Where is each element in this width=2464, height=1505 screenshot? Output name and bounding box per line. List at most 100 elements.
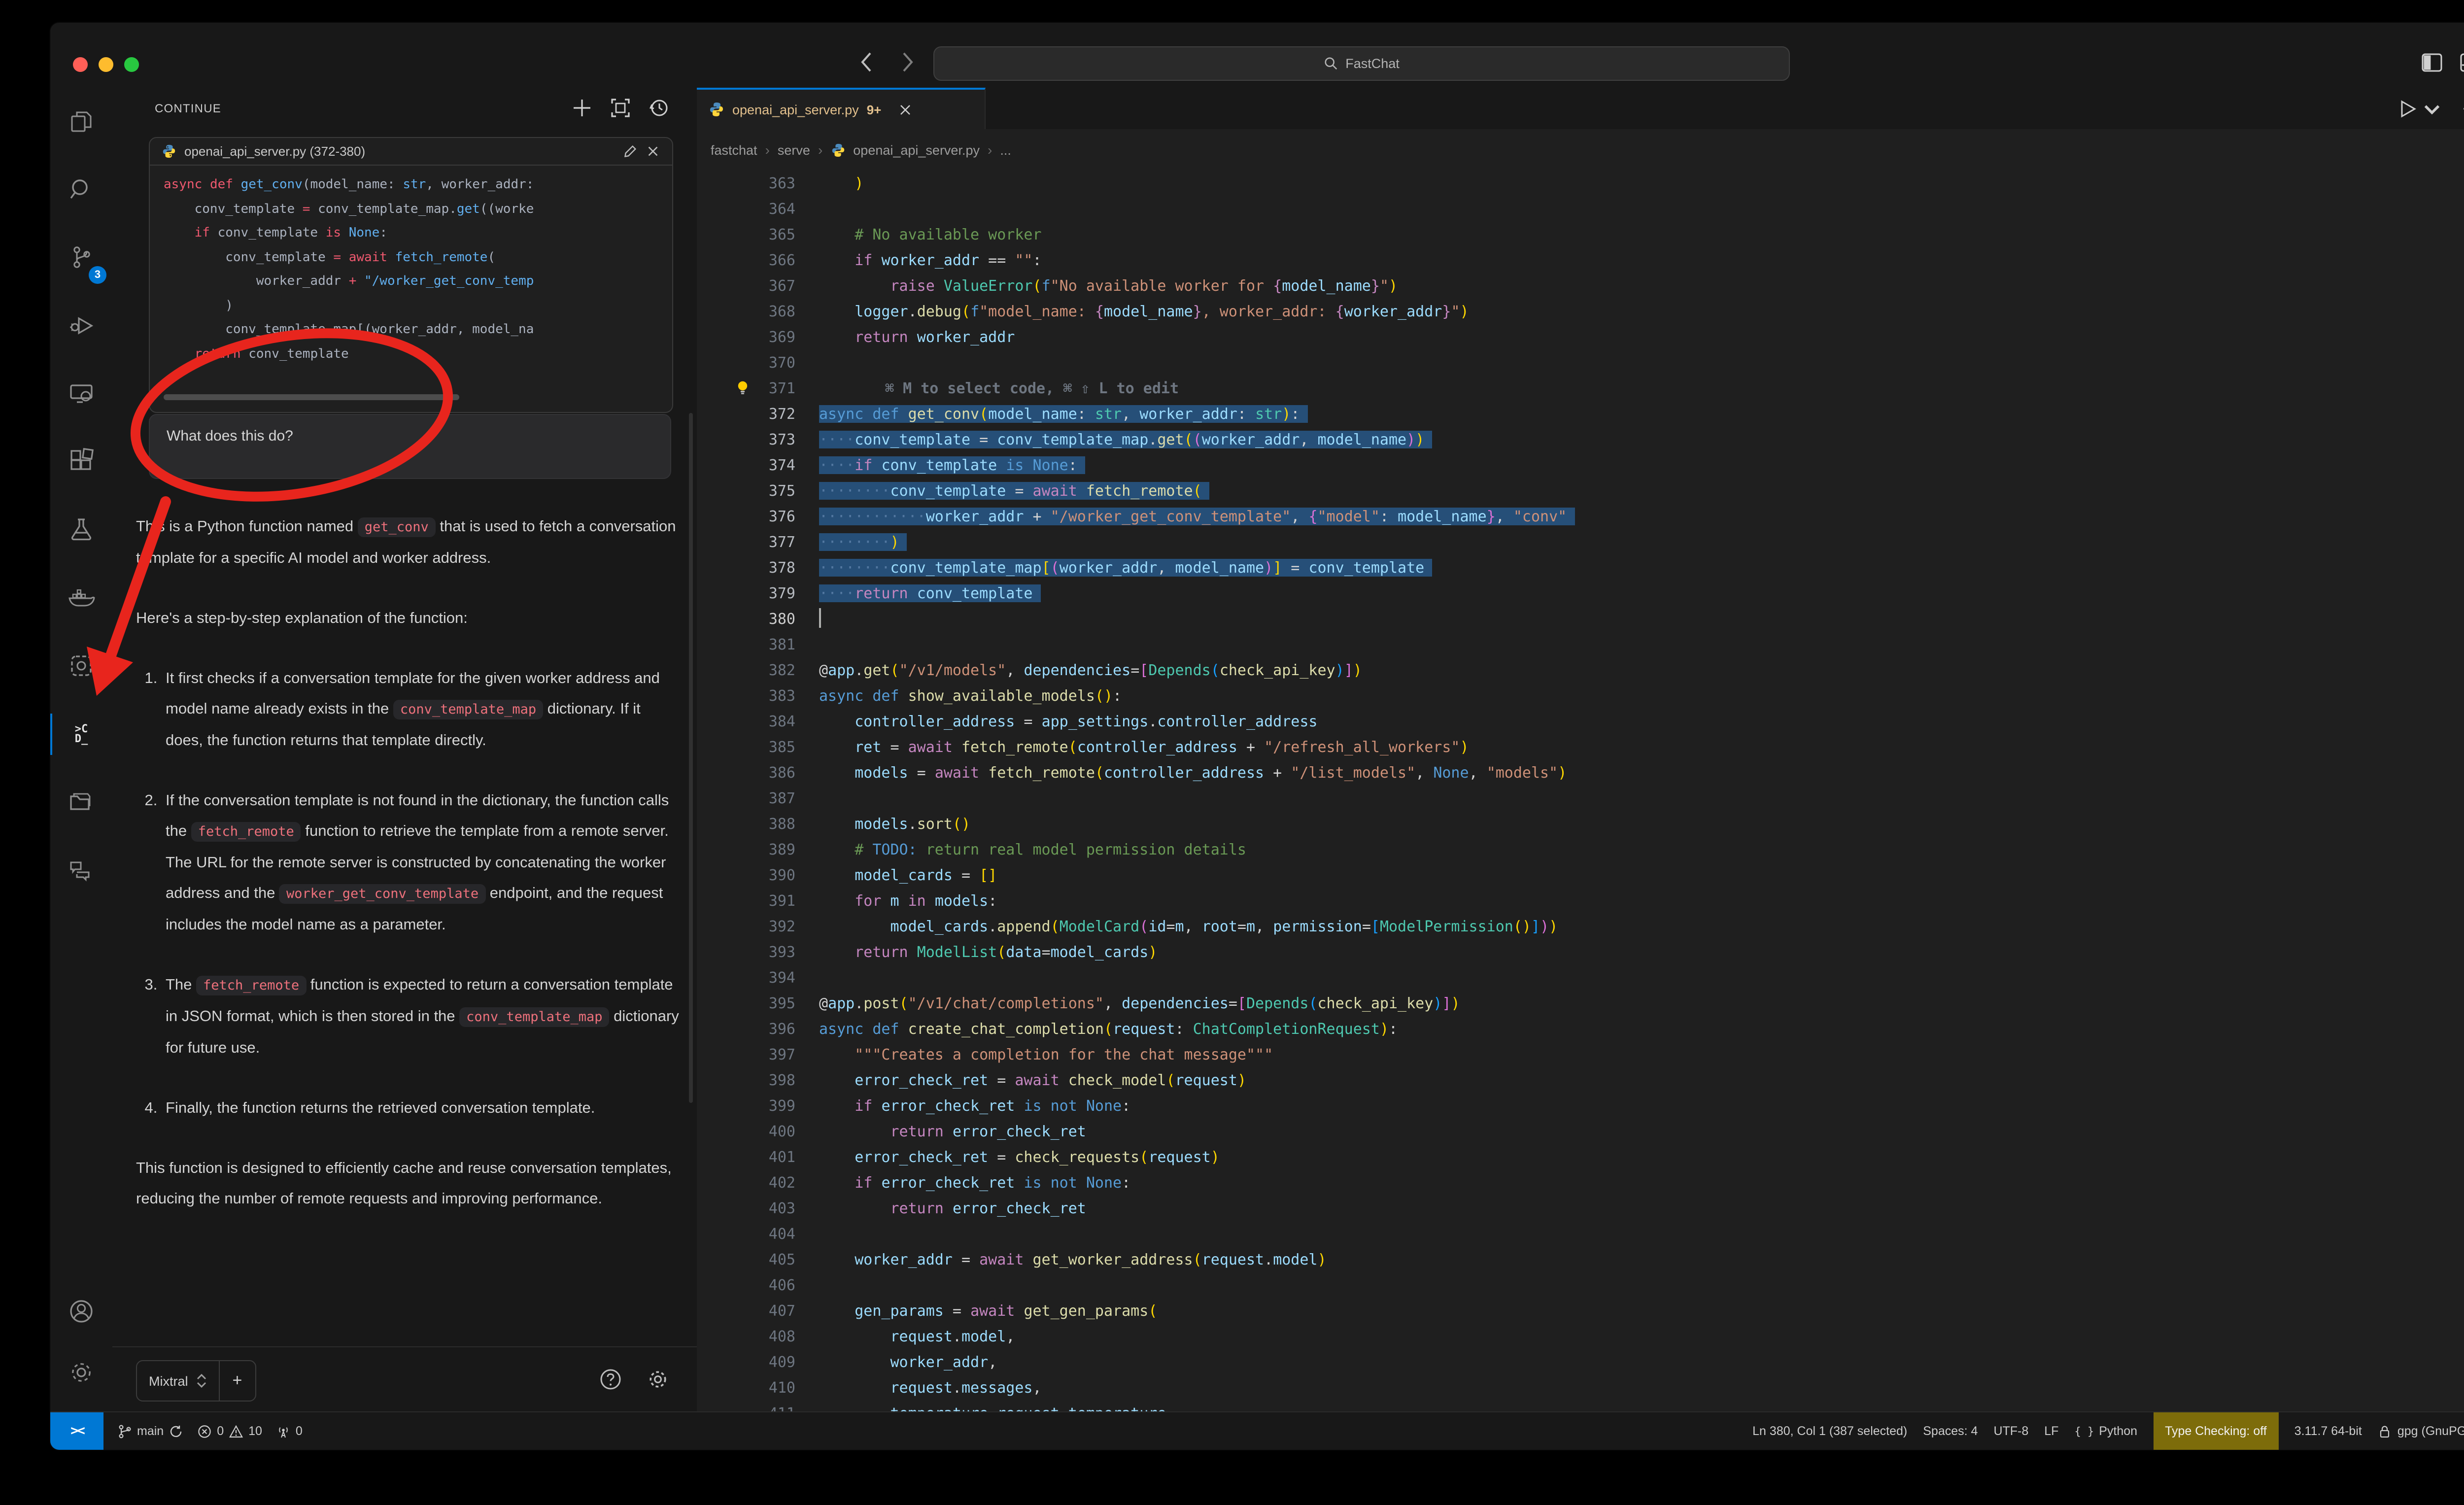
code-line[interactable]: 391 for m in models: <box>697 888 2464 914</box>
code-line[interactable]: 380 <box>697 606 2464 632</box>
git-branch-item[interactable]: main <box>117 1424 183 1438</box>
breadcrumb-file[interactable]: openai_api_server.py <box>853 142 980 157</box>
activity-run-debug[interactable] <box>50 292 112 360</box>
maximize-icon[interactable] <box>610 98 631 118</box>
code-line[interactable]: 393 return ModelList(data=model_cards) <box>697 939 2464 965</box>
breadcrumb-symbol[interactable]: ... <box>1000 142 1011 157</box>
model-selector[interactable]: Mixtral + <box>136 1360 256 1402</box>
code-line[interactable]: 368 logger.debug(f"model_name: {model_na… <box>697 299 2464 324</box>
code-line[interactable]: 371⌘ M to select code, ⌘ ⇧ L to edit <box>697 376 2464 401</box>
code-line[interactable]: 378········conv_template_map[(worker_add… <box>697 555 2464 581</box>
code-line[interactable]: 389 # TODO: return real model permission… <box>697 837 2464 862</box>
breadcrumb-folder[interactable]: fastchat <box>711 142 757 157</box>
code-line[interactable]: 409 worker_addr, <box>697 1349 2464 1375</box>
code-line[interactable]: 374····if conv_template is None: <box>697 452 2464 478</box>
close-window-button[interactable] <box>73 57 88 72</box>
timeline-history-icon[interactable] <box>2462 98 2464 119</box>
continue-settings-gear-icon[interactable] <box>647 1368 669 1391</box>
minimize-window-button[interactable] <box>99 57 113 72</box>
activity-extensions[interactable] <box>50 428 112 496</box>
code-line[interactable]: 396async def create_chat_completion(requ… <box>697 1016 2464 1042</box>
run-dropdown-chevron-icon[interactable] <box>2422 98 2442 119</box>
code-line[interactable]: 370 <box>697 350 2464 376</box>
help-icon[interactable] <box>599 1368 622 1391</box>
activity-explorer[interactable] <box>50 88 112 156</box>
code-line[interactable]: 372async def get_conv(model_name: str, w… <box>697 401 2464 427</box>
eol-item[interactable]: LF <box>2044 1424 2058 1438</box>
code-line[interactable]: 367 raise ValueError(f"No available work… <box>697 273 2464 299</box>
lightbulb-icon[interactable] <box>736 380 749 395</box>
code-line[interactable]: 398 error_check_ret = await check_model(… <box>697 1067 2464 1093</box>
code-line[interactable]: 403 return error_check_ret <box>697 1196 2464 1221</box>
history-icon[interactable] <box>649 98 669 118</box>
cursor-position-item[interactable]: Ln 380, Col 1 (387 selected) <box>1752 1424 1907 1438</box>
code-line[interactable]: 394 <box>697 965 2464 991</box>
code-line[interactable]: 373····conv_template = conv_template_map… <box>697 427 2464 452</box>
code-line[interactable]: 385 ret = await fetch_remote(controller_… <box>697 734 2464 760</box>
activity-source-control[interactable]: 3 <box>50 224 112 292</box>
code-line[interactable]: 388 models.sort() <box>697 811 2464 837</box>
code-line[interactable]: 400 return error_check_ret <box>697 1119 2464 1144</box>
accounts-menu[interactable] <box>50 1280 112 1341</box>
code-card-hscrollbar[interactable] <box>164 394 459 400</box>
code-line[interactable]: 410 request.messages, <box>697 1375 2464 1401</box>
code-editor[interactable]: 363 )364365 # No available worker366 if … <box>697 171 2464 1412</box>
code-line[interactable]: 376············worker_addr + "/worker_ge… <box>697 504 2464 529</box>
code-line[interactable]: 397 """Creates a completion for the chat… <box>697 1042 2464 1067</box>
forward-arrow-icon[interactable] <box>896 49 918 75</box>
code-line[interactable]: 383async def show_available_models(): <box>697 683 2464 709</box>
code-line[interactable]: 408 request.model, <box>697 1324 2464 1349</box>
code-line[interactable]: 382@app.get("/v1/models", dependencies=[… <box>697 657 2464 683</box>
zoom-window-button[interactable] <box>124 57 139 72</box>
activity-docker[interactable] <box>50 564 112 632</box>
code-line[interactable]: 399 if error_check_ret is not None: <box>697 1093 2464 1119</box>
panel-scrollbar[interactable] <box>689 413 693 1103</box>
type-checking-item[interactable]: Type Checking: off <box>2153 1412 2279 1450</box>
activity-remote-window[interactable] <box>50 632 112 700</box>
add-model-button[interactable]: + <box>219 1361 255 1401</box>
breadcrumb-folder[interactable]: serve <box>778 142 810 157</box>
code-line[interactable]: 381 <box>697 632 2464 657</box>
indentation-item[interactable]: Spaces: 4 <box>1923 1424 1978 1438</box>
code-line[interactable]: 404 <box>697 1221 2464 1247</box>
encoding-item[interactable]: UTF-8 <box>1993 1424 2028 1438</box>
code-line[interactable]: 395@app.post("/v1/chat/completions", dep… <box>697 991 2464 1016</box>
code-line[interactable]: 363 ) <box>697 171 2464 196</box>
breadcrumb[interactable]: fastchat › serve › openai_api_server.py … <box>697 129 2464 171</box>
toggle-primary-sidebar-icon[interactable] <box>2420 50 2444 75</box>
code-line[interactable]: 390 model_cards = [] <box>697 862 2464 888</box>
toggle-panel-icon[interactable] <box>2458 50 2464 75</box>
code-line[interactable]: 411 temperature=request.temperature, <box>697 1401 2464 1412</box>
code-line[interactable]: 366 if worker_addr == "": <box>697 247 2464 273</box>
code-line[interactable]: 387 <box>697 786 2464 811</box>
python-version-item[interactable]: 3.11.7 64-bit <box>2294 1424 2362 1438</box>
code-line[interactable]: 405 worker_addr = await get_worker_addre… <box>697 1247 2464 1272</box>
code-line[interactable]: 379····return conv_template <box>697 581 2464 606</box>
command-center-search[interactable]: FastChat <box>933 46 1790 81</box>
problems-item[interactable]: 0 10 <box>197 1424 262 1438</box>
activity-project-manager[interactable] <box>50 768 112 836</box>
activity-comments[interactable] <box>50 836 112 904</box>
activity-testing[interactable] <box>50 496 112 564</box>
code-line[interactable]: 384 controller_address = app_settings.co… <box>697 709 2464 734</box>
code-line[interactable]: 406 <box>697 1272 2464 1298</box>
code-line[interactable]: 392 model_cards.append(ModelCard(id=m, r… <box>697 914 2464 939</box>
code-line[interactable]: 375········conv_template = await fetch_r… <box>697 478 2464 504</box>
close-tab-icon[interactable] <box>899 103 912 116</box>
code-line[interactable]: 369 return worker_addr <box>697 324 2464 350</box>
activity-continue[interactable]: >C D_ <box>50 700 112 768</box>
activity-remote-explorer[interactable] <box>50 360 112 428</box>
window-controls[interactable] <box>73 57 139 72</box>
code-line[interactable]: 364 <box>697 196 2464 222</box>
code-line[interactable]: 386 models = await fetch_remote(controll… <box>697 760 2464 786</box>
new-session-icon[interactable] <box>572 98 592 118</box>
title-bar[interactable]: FastChat <box>50 23 2464 89</box>
activity-search[interactable] <box>50 156 112 224</box>
code-line[interactable]: 407 gen_params = await get_gen_params( <box>697 1298 2464 1324</box>
gpg-item[interactable]: gpg (GnuPG) 2.2.41 <box>2378 1424 2464 1438</box>
remote-indicator[interactable]: >< <box>50 1412 103 1450</box>
edit-pen-icon[interactable] <box>623 144 638 159</box>
code-line[interactable]: 365 # No available worker <box>697 222 2464 247</box>
run-python-file-icon[interactable] <box>2397 98 2418 119</box>
settings-menu[interactable] <box>50 1341 112 1402</box>
